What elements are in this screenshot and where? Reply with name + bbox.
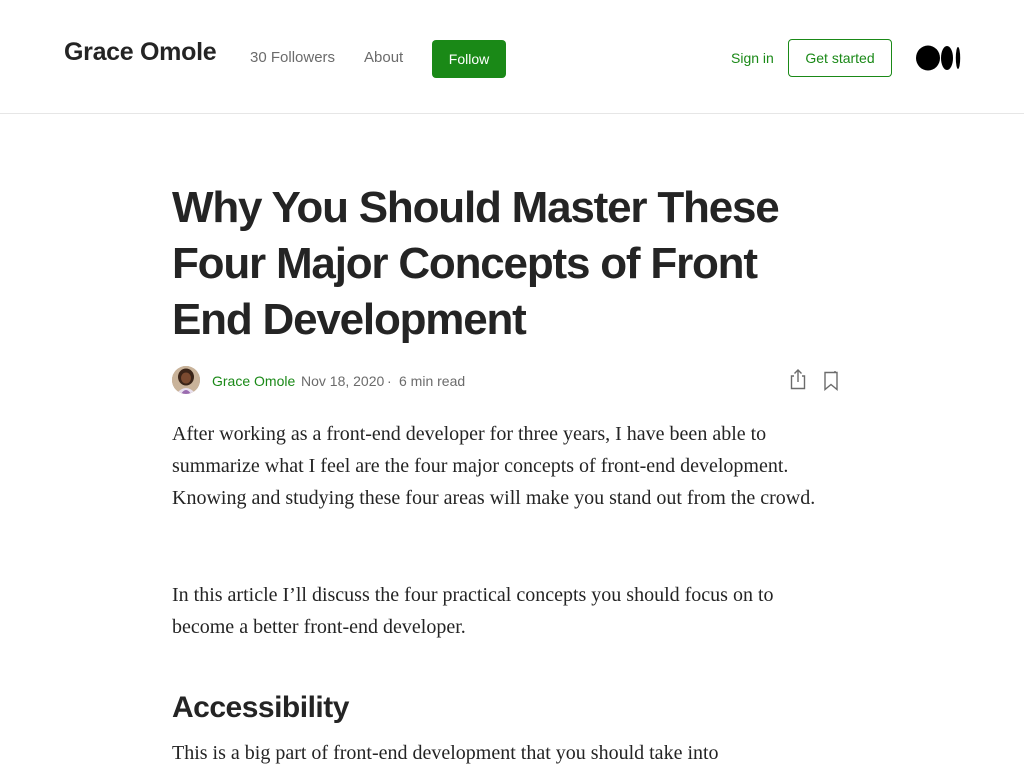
top-navigation-bar: Grace Omole 30 Followers About Follow Si…: [0, 0, 1024, 114]
article-paragraph: In this article I’ll discuss the four pr…: [172, 584, 774, 638]
article-paragraph: This is a big part of front-end developm…: [172, 742, 719, 764]
medium-logo-icon[interactable]: [916, 45, 962, 71]
follow-button[interactable]: Follow: [432, 40, 506, 78]
bookmark-icon[interactable]: [822, 371, 840, 391]
article-title: Why You Should Master These Four Major C…: [172, 183, 780, 344]
author-name-link[interactable]: Grace Omole: [212, 373, 295, 389]
article-paragraph: After working as a front-end developer f…: [172, 423, 816, 509]
publication-title[interactable]: Grace Omole: [64, 38, 217, 67]
get-started-button[interactable]: Get started: [788, 39, 892, 77]
meta-separator: ·: [387, 373, 392, 389]
author-avatar[interactable]: [172, 366, 200, 394]
article-meta: Grace Omole Nov 18, 2020 · 6 min read: [172, 366, 840, 396]
read-time: 6 min read: [399, 373, 466, 389]
sign-in-link[interactable]: Sign in: [731, 50, 774, 66]
article-container: Why You Should Master These Four Major C…: [172, 180, 852, 764]
about-link[interactable]: About: [364, 49, 403, 66]
followers-link[interactable]: 30 Followers: [250, 49, 335, 66]
share-icon[interactable]: [788, 368, 808, 390]
section-heading: Accessibility: [172, 691, 349, 724]
publish-date: Nov 18, 2020: [301, 373, 385, 389]
avatar-image: [172, 366, 200, 394]
